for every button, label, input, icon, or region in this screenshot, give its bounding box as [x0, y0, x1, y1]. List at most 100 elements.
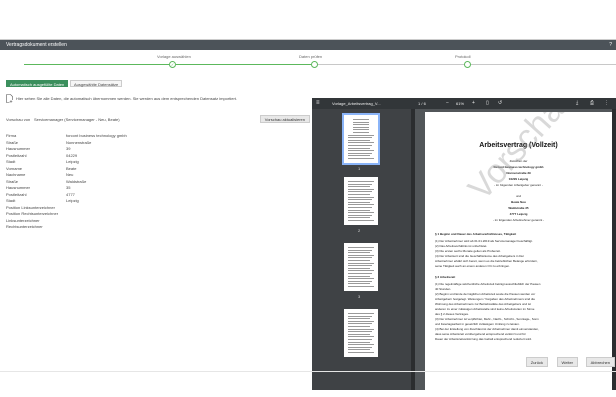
- field-row: Postleitzahl 04229: [6, 153, 126, 159]
- doc-section-1: § 1 Beginn und Dauer des Arbeitsverhältn…: [435, 232, 517, 236]
- doc-line: (3) Die ersten sechs Monate gelten als P…: [435, 249, 501, 253]
- thumbnail-text-line: [348, 204, 374, 206]
- dialog: Vertragsdokument erstellen ? Vorlage aus…: [0, 39, 616, 390]
- field-label: Position Rechtsunterzeichner: [6, 211, 59, 216]
- preview-selector: Vorschau von Servicemanager (Servicemana…: [6, 115, 310, 123]
- field-row: Stadt Leipzig: [6, 198, 126, 204]
- field-row: Nachname Neu: [6, 172, 126, 178]
- doc-employer-note: - im folgenden Arbeitgeber genannt -: [494, 183, 543, 187]
- thumbnail-text-line: [348, 152, 372, 154]
- help-icon[interactable]: ?: [609, 42, 612, 48]
- zoom-in-icon[interactable]: +: [472, 100, 475, 106]
- page-scrollbar[interactable]: [612, 109, 616, 390]
- field-label: Nachname: [6, 172, 26, 177]
- step-line-todo: [318, 64, 464, 65]
- thumbnail-text-line: [348, 147, 370, 149]
- thumbnail-text-line: [348, 186, 370, 188]
- thumbnail-text-line: [348, 278, 374, 280]
- thumbnail-text-line: [353, 121, 369, 123]
- pdf-page-input[interactable]: 1: [418, 101, 420, 106]
- thumbnail-text-line: [348, 188, 374, 190]
- tab-selected-records[interactable]: Ausgewählte Datensätze: [70, 80, 123, 87]
- thumbnail-text-line: [353, 126, 369, 128]
- info-text: Hier sehen Sie alle Daten, die automatis…: [16, 96, 238, 101]
- rotate-icon[interactable]: ↺: [498, 100, 502, 106]
- field-row: Position Linksunterzeichner: [6, 205, 126, 211]
- thumbnail-text-line: [348, 265, 372, 267]
- field-row: Hausnummer 39: [6, 146, 126, 152]
- step-label-3: Protokoll: [455, 54, 471, 59]
- thumbnail-text-line: [348, 209, 370, 211]
- refresh-preview-button[interactable]: Vorschau aktualisieren: [259, 115, 310, 123]
- doc-line: 40 Stunden.: [435, 287, 452, 291]
- download-icon[interactable]: ⤓: [576, 100, 578, 106]
- doc-city2: 4777 Leipzig: [509, 212, 528, 216]
- doc-line: des § 2 dieses Vertrages.: [435, 312, 469, 316]
- thumbnail-text-line: [348, 181, 374, 182]
- thumbnail-text-line: [348, 249, 372, 251]
- thumbnail-scrollbar[interactable]: [411, 109, 415, 390]
- cancel-button[interactable]: Abbrechen: [585, 357, 615, 367]
- thumbnail-text-line: [348, 344, 374, 346]
- thumbnail-text-line: [348, 212, 374, 214]
- back-button[interactable]: Zurück: [525, 357, 548, 367]
- print-icon[interactable]: ⎙: [590, 100, 594, 106]
- divider: [0, 371, 616, 372]
- thumbnail-page-4[interactable]: [344, 309, 378, 357]
- field-value: Waldstraße: [66, 178, 87, 184]
- zoom-out-icon[interactable]: −: [446, 100, 449, 106]
- tab-auto-data[interactable]: Automatisch ausgefüllte Daten: [6, 80, 69, 87]
- field-label: Rechtsunterzeichner: [6, 224, 43, 229]
- preview-record-select[interactable]: Servicemanager (Servicemanager - Neu, Be…: [34, 117, 120, 122]
- step-3-circle-icon: [464, 61, 471, 68]
- thumbnail-text-line: [348, 252, 370, 254]
- preview-label: Vorschau von: [6, 117, 31, 122]
- next-button[interactable]: Weiter: [556, 357, 578, 367]
- field-label: Position Linksunterzeichner: [6, 204, 55, 210]
- thumbnail-text-line: [348, 145, 372, 146]
- thumbnail-text-line: [348, 262, 374, 264]
- doc-line: dass seine Arbeitszeit vorübergehend ent…: [435, 332, 526, 336]
- field-value: Leipzig: [66, 198, 79, 203]
- field-row: Linksunterzeichner: [6, 218, 126, 224]
- menu-icon[interactable]: ≡: [316, 100, 320, 106]
- thumbnail-page-2[interactable]: [344, 177, 378, 225]
- fit-page-icon[interactable]: ▯: [486, 100, 489, 106]
- thumbnail-text-line: [348, 315, 372, 317]
- pdf-viewer: ≡ Vorlage_Arbeitsvertrag_V... 1 / 6 − 61…: [312, 98, 616, 390]
- doc-line: Arbeitnehmer erklärt sich bereit, wenn e…: [435, 259, 538, 263]
- thumbnail-text-line: [348, 214, 372, 216]
- field-row: Rechtsunterzeichner: [6, 224, 126, 230]
- pdf-zoom-level[interactable]: 61%: [456, 101, 464, 106]
- doc-line: (4) Bei der Erstellung von Zuschlast ist…: [435, 327, 539, 331]
- doc-city: 04229 Leipzig: [508, 177, 529, 181]
- thumbnail-text-line: [348, 194, 370, 195]
- dialog-titlebar: Vertragsdokument erstellen ?: [0, 40, 616, 50]
- step-2-active-icon: [311, 61, 318, 68]
- thumbnail-text-line: [348, 331, 372, 333]
- pdf-page: Arbeitsvertrag (Vollzeit) Zwischen der f…: [425, 112, 612, 390]
- thumbnail-text-line: [348, 257, 372, 259]
- doc-line: (2) Das Arbeitsverhältnis ist unbefriste…: [435, 244, 488, 248]
- thumbnail-number: 3: [358, 294, 361, 299]
- doc-employee-note: - im folgenden Arbeitnehmer genannt -: [492, 218, 545, 222]
- background-area: [0, 0, 616, 39]
- doc-line: anderen zu einer zulässigen Arbeitsstell…: [435, 307, 535, 311]
- dialog-title: Vertragsdokument erstellen: [6, 42, 67, 48]
- step-label-1: Vorlage auswählen: [157, 54, 191, 59]
- field-label: Hausnummer: [6, 185, 31, 190]
- thumbnail-text-line: [348, 313, 374, 314]
- thumbnail-text-line: [353, 132, 369, 133]
- field-value: Nonnenstraße: [66, 139, 92, 145]
- thumbnail-page-1[interactable]: [342, 113, 380, 165]
- field-row: Straße Waldstraße: [6, 179, 126, 185]
- field-row: Straße Nonnenstraße: [6, 140, 126, 146]
- thumbnail-text-line: [348, 183, 372, 185]
- thumbnail-text-line: [348, 273, 372, 274]
- field-value: Leipzig: [66, 159, 79, 164]
- thumbnail-text-line: [348, 196, 374, 198]
- more-icon[interactable]: ⋮: [604, 100, 609, 106]
- thumbnail-text-line: [348, 134, 374, 136]
- thumbnail-page-3[interactable]: [344, 243, 378, 291]
- thumbnail-text-line: [348, 267, 370, 269]
